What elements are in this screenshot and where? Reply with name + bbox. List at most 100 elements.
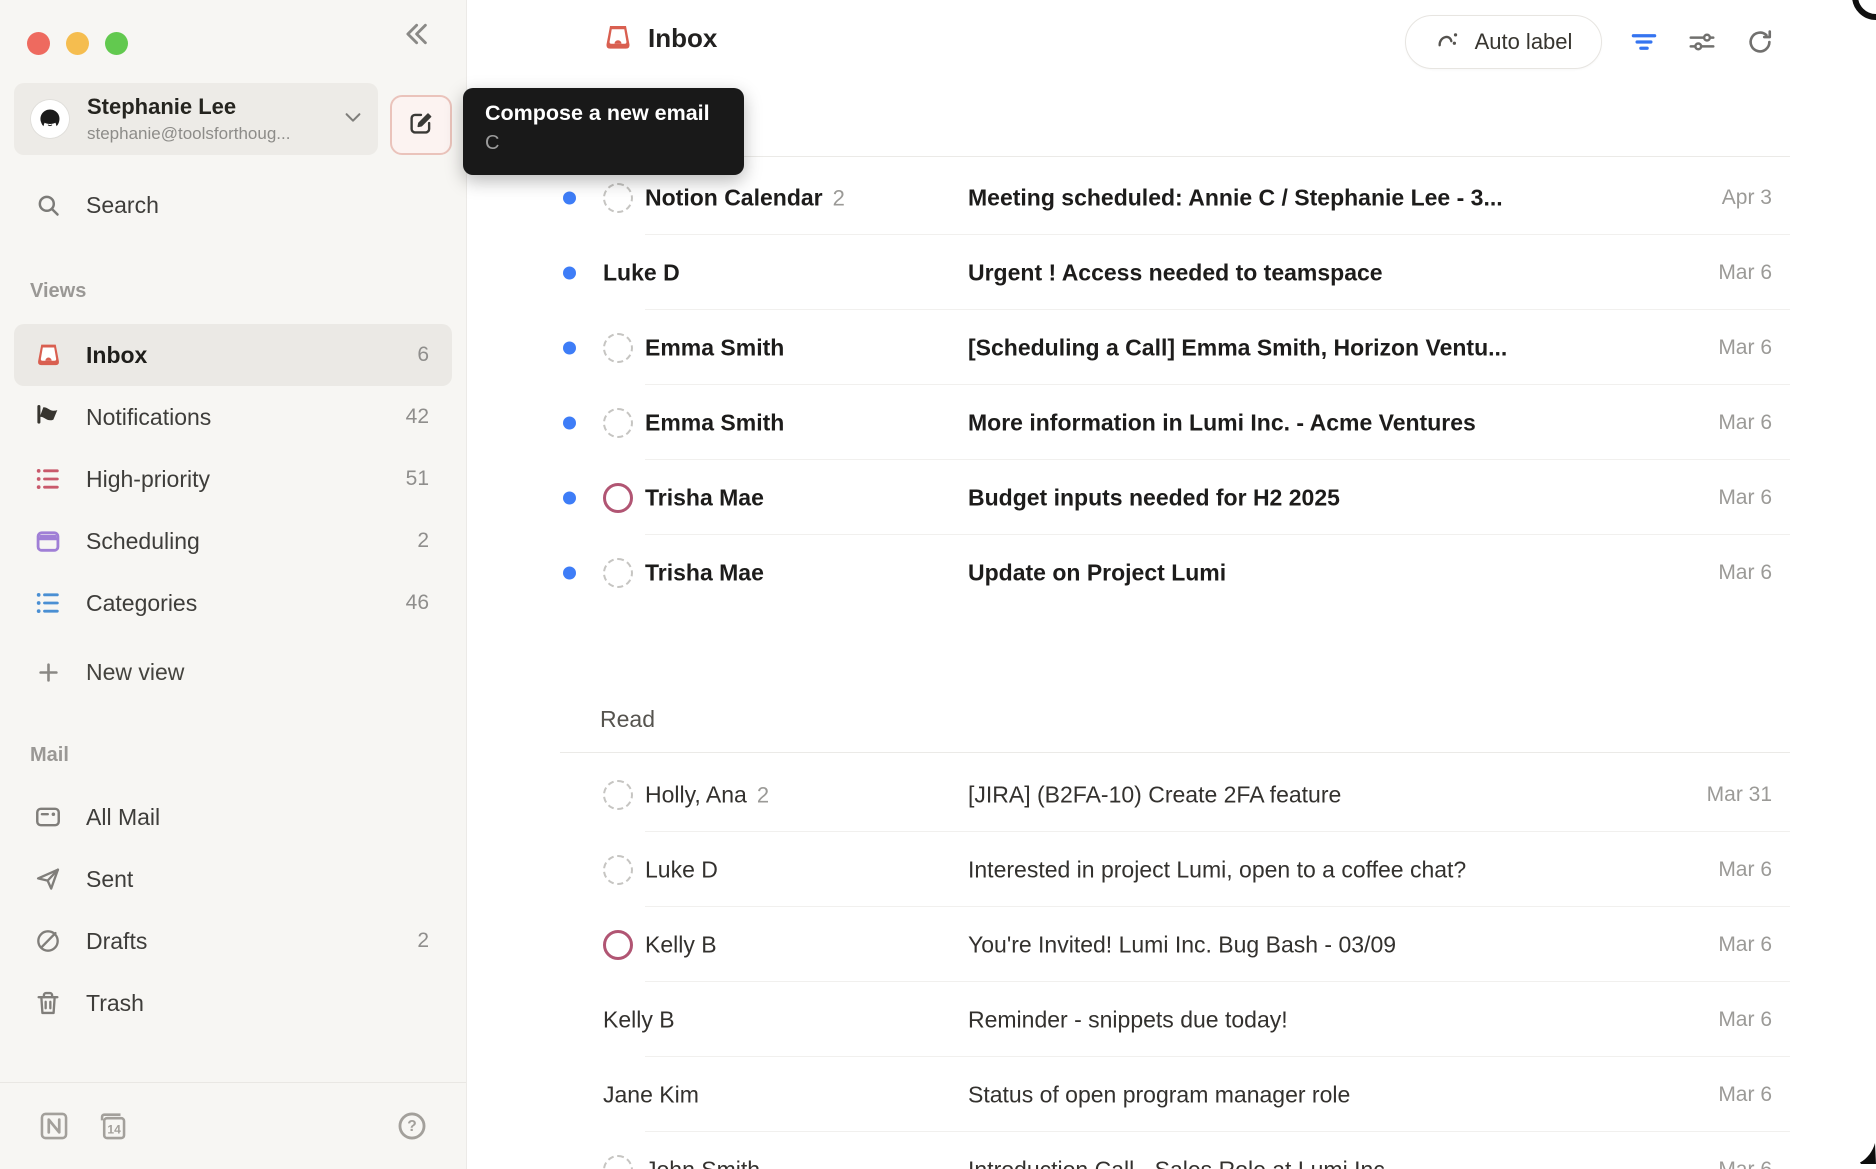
inbox-icon [602, 22, 634, 54]
sidebar-item-notifications[interactable]: Notifications 42 [14, 386, 452, 448]
new-view-button[interactable]: New view [14, 641, 452, 703]
sent-icon [33, 864, 63, 894]
auto-label-button[interactable]: Auto label [1405, 15, 1602, 69]
email-row[interactable]: Kelly B You're Invited! Lumi Inc. Bug Ba… [467, 907, 1876, 982]
sender-avatar[interactable] [603, 855, 633, 885]
sender-cell: Jane Kim [603, 1081, 709, 1108]
search-section: Search [0, 174, 466, 236]
email-subject: Urgent ! Access needed to teamspace [968, 259, 1383, 286]
all-mail-icon [33, 802, 63, 832]
sidebar-item-inbox[interactable]: Inbox 6 [14, 324, 452, 386]
inbox-icon [33, 340, 63, 370]
sidebar-item-label: Trash [86, 990, 144, 1017]
account-email: stephanie@toolsforthoug... [87, 124, 336, 144]
views-section-header: Views [30, 280, 86, 303]
sender-avatar[interactable] [603, 558, 633, 588]
sidebar-item-categories[interactable]: Categories 46 [14, 572, 452, 634]
window-controls [27, 32, 128, 55]
sidebar-item-scheduling[interactable]: Scheduling 2 [14, 510, 452, 572]
sender-avatar[interactable] [603, 930, 633, 960]
sidebar-item-sent[interactable]: Sent [14, 848, 452, 910]
email-subject: Interested in project Lumi, open to a co… [968, 856, 1466, 883]
unread-dot-icon [563, 341, 576, 354]
sender-cell: Luke D [645, 856, 728, 883]
email-sender: Luke D [645, 856, 718, 883]
read-email-list: Holly, Ana 2 [JIRA] (B2FA-10) Create 2FA… [467, 757, 1876, 1169]
email-row[interactable]: Jane Kim Status of open program manager … [467, 1057, 1876, 1132]
thread-count: 2 [757, 782, 769, 808]
collapse-sidebar-button[interactable] [396, 16, 436, 56]
email-row[interactable]: Kelly B Reminder - snippets due today! M… [467, 982, 1876, 1057]
sender-cell: Kelly B [603, 1006, 685, 1033]
email-row[interactable]: Trisha Mae Budget inputs needed for H2 2… [467, 460, 1876, 535]
new-view-section: New view [0, 641, 466, 703]
email-sender: Luke D [603, 259, 680, 286]
email-date: Mar 6 [1718, 261, 1772, 285]
email-row[interactable]: Luke D Interested in project Lumi, open … [467, 832, 1876, 907]
plus-icon [33, 657, 63, 687]
sender-avatar[interactable] [603, 1155, 633, 1169]
sender-avatar[interactable] [603, 483, 633, 513]
sidebar-item-trash[interactable]: Trash [14, 972, 452, 1034]
sender-cell: John Smith [645, 1156, 770, 1169]
close-window-button[interactable] [27, 32, 50, 55]
refresh-icon [1745, 27, 1775, 57]
email-row[interactable]: Emma Smith [Scheduling a Call] Emma Smit… [467, 310, 1876, 385]
email-date: Mar 6 [1718, 561, 1772, 585]
email-subject: Status of open program manager role [968, 1081, 1350, 1108]
sidebar-item-high-priority[interactable]: High-priority 51 [14, 448, 452, 510]
email-sender: Trisha Mae [645, 559, 764, 586]
zoom-window-button[interactable] [105, 32, 128, 55]
svg-text:14: 14 [107, 1122, 121, 1136]
refresh-button[interactable] [1744, 26, 1776, 58]
sidebar-item-label: All Mail [86, 804, 160, 831]
sender-cell: Emma Smith [645, 334, 794, 361]
tooltip-shortcut: C [485, 132, 722, 155]
compose-tooltip: Compose a new email C [463, 88, 744, 175]
notion-calendar-app-icon[interactable]: 14 [95, 1109, 129, 1143]
scheduling-icon [33, 526, 63, 556]
filter-icon [1629, 27, 1659, 57]
filter-button[interactable] [1628, 26, 1660, 58]
email-row[interactable]: Luke D Urgent ! Access needed to teamspa… [467, 235, 1876, 310]
email-row[interactable]: Holly, Ana 2 [JIRA] (B2FA-10) Create 2FA… [467, 757, 1876, 832]
email-row[interactable]: Trisha Mae Update on Project Lumi Mar 6 [467, 535, 1876, 610]
sidebar-item-all-mail[interactable]: All Mail [14, 786, 452, 848]
email-subject: [JIRA] (B2FA-10) Create 2FA feature [968, 781, 1341, 808]
sender-avatar[interactable] [603, 780, 633, 810]
thread-count: 2 [833, 185, 845, 211]
account-switcher[interactable]: Stephanie Lee stephanie@toolsforthoug... [14, 83, 378, 155]
email-sender: Emma Smith [645, 334, 784, 361]
notion-app-icon[interactable] [37, 1109, 71, 1143]
sender-avatar[interactable] [603, 333, 633, 363]
search-icon [33, 190, 63, 220]
drafts-icon [33, 926, 63, 956]
email-sender: Notion Calendar [645, 184, 823, 211]
email-sender: John Smith [645, 1156, 760, 1169]
email-date: Mar 6 [1718, 933, 1772, 957]
email-row[interactable]: John Smith Introduction Call - Sales Rol… [467, 1132, 1876, 1169]
sidebar-footer: 14 ? [0, 1082, 466, 1169]
display-settings-button[interactable] [1686, 26, 1718, 58]
help-button[interactable]: ? [395, 1109, 429, 1143]
tooltip-label: Compose a new email [485, 101, 722, 126]
sliders-icon [1687, 27, 1717, 57]
sidebar-item-count: 2 [417, 529, 429, 553]
email-date: Mar 6 [1718, 1083, 1772, 1107]
sender-avatar[interactable] [603, 408, 633, 438]
sidebar-item-count: 51 [406, 467, 429, 491]
compose-button[interactable] [390, 95, 452, 155]
email-subject: [Scheduling a Call] Emma Smith, Horizon … [968, 334, 1507, 361]
email-row[interactable]: Emma Smith More information in Lumi Inc.… [467, 385, 1876, 460]
read-section-header: Read [600, 706, 655, 733]
email-sender: Jane Kim [603, 1081, 699, 1108]
email-subject: Meeting scheduled: Annie C / Stephanie L… [968, 184, 1503, 211]
sidebar-item-drafts[interactable]: Drafts 2 [14, 910, 452, 972]
sidebar-item-count: 46 [406, 591, 429, 615]
minimize-window-button[interactable] [66, 32, 89, 55]
email-subject: Reminder - snippets due today! [968, 1006, 1288, 1033]
sender-avatar[interactable] [603, 183, 633, 213]
search-button[interactable]: Search [14, 174, 452, 236]
account-name: Stephanie Lee [87, 94, 336, 120]
sender-cell: Holly, Ana 2 [645, 781, 769, 808]
